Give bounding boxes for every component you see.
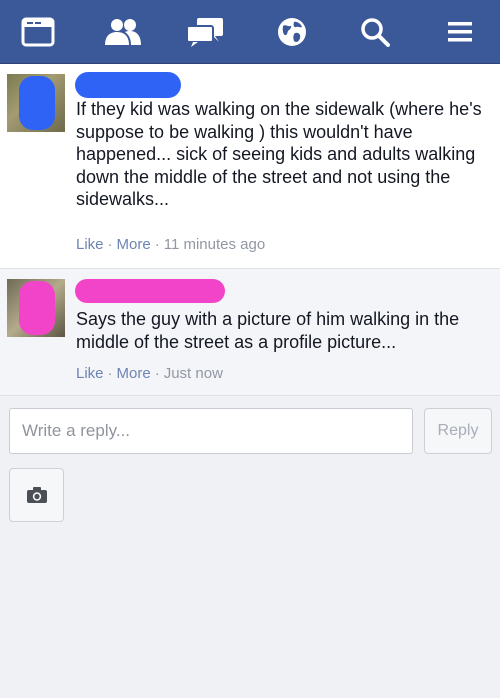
nav-friends[interactable] bbox=[93, 10, 153, 54]
separator-dot: · bbox=[107, 365, 113, 382]
comment-item: Says the guy with a picture of him walki… bbox=[0, 269, 500, 396]
avatar[interactable] bbox=[7, 279, 65, 337]
nav-menu[interactable] bbox=[430, 10, 490, 54]
attach-photo-button[interactable] bbox=[9, 468, 64, 522]
comment-actions: Like · More · 11 minutes ago bbox=[76, 236, 265, 253]
like-link[interactable]: Like bbox=[76, 236, 104, 253]
more-link[interactable]: More bbox=[117, 236, 151, 253]
like-link[interactable]: Like bbox=[76, 365, 104, 382]
reply-button[interactable]: Reply bbox=[424, 408, 492, 454]
more-link[interactable]: More bbox=[117, 365, 151, 382]
separator-dot: · bbox=[154, 236, 160, 253]
avatar[interactable] bbox=[7, 74, 65, 132]
globe-icon bbox=[278, 18, 306, 46]
menu-icon bbox=[448, 22, 472, 42]
separator-dot: · bbox=[154, 365, 160, 382]
author-name-redacted[interactable] bbox=[75, 279, 225, 303]
comment-actions: Like · More · Just now bbox=[76, 365, 223, 382]
nav-messages[interactable] bbox=[175, 10, 235, 54]
top-navigation-bar bbox=[0, 0, 500, 64]
timestamp: 11 minutes ago bbox=[163, 236, 266, 253]
comment-text: Says the guy with a picture of him walki… bbox=[76, 309, 460, 352]
comment-text: If they kid was walking on the sidewalk … bbox=[76, 99, 482, 209]
friends-icon bbox=[105, 19, 141, 45]
nav-newsfeed[interactable] bbox=[8, 10, 68, 54]
search-icon bbox=[361, 18, 390, 47]
nav-search[interactable] bbox=[345, 10, 405, 54]
reply-input[interactable] bbox=[9, 408, 413, 454]
nav-notifications[interactable] bbox=[262, 10, 322, 54]
author-name-redacted[interactable] bbox=[75, 72, 181, 98]
timestamp: Just now bbox=[163, 365, 223, 382]
separator-dot: · bbox=[107, 236, 113, 253]
newsfeed-icon bbox=[21, 17, 55, 47]
camera-icon bbox=[26, 487, 47, 503]
comment-item: If they kid was walking on the sidewalk … bbox=[0, 64, 500, 269]
messages-icon bbox=[186, 18, 223, 47]
redaction-mark bbox=[19, 76, 55, 130]
redaction-mark bbox=[19, 281, 55, 335]
